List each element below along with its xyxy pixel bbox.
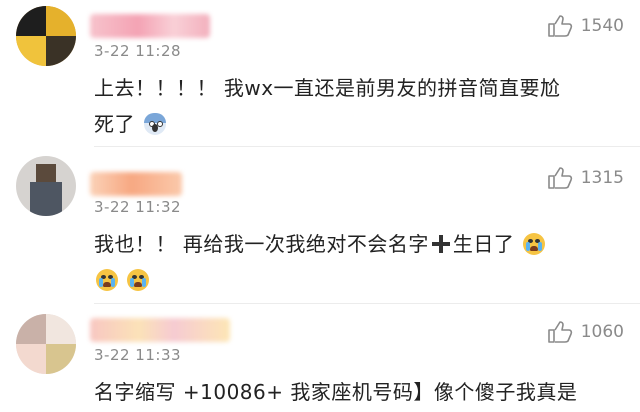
crying-emoji-icon: [126, 269, 149, 291]
like-button[interactable]: 1540: [547, 14, 624, 38]
like-count: 1540: [580, 16, 624, 36]
comment-item: 3-22 11:33 1060 名字缩写 +10086+ 我家座机号码】像个傻子…: [0, 306, 640, 412]
heavy-plus-icon: [431, 235, 450, 253]
like-button[interactable]: 1060: [547, 320, 624, 344]
username-blurred[interactable]: [90, 172, 182, 196]
comment-text: 上去！！！！ 我wx一直还是前男友的拼音简直要尬 死了: [94, 70, 624, 142]
comment-time: 3-22 11:33: [94, 346, 182, 364]
avatar-pixel: [16, 6, 46, 36]
comment-line-text: 死了: [94, 112, 135, 136]
comment-line-text: 生日了: [452, 232, 515, 256]
avatar[interactable]: [16, 156, 76, 216]
thumbs-up-icon: [547, 166, 573, 190]
avatar-pixel: [46, 36, 76, 66]
comment-line: 我也！！ 再给我一次我绝对不会名字 生日了: [94, 226, 624, 262]
comment-text: 名字缩写 +10086+ 我家座机号码】像个傻子我真是: [94, 374, 624, 410]
comment-line-text: 我也！！ 再给我一次我绝对不会名字: [94, 232, 429, 256]
avatar-pixel: [30, 182, 62, 216]
emoji-mouth: [530, 246, 539, 251]
avatar-pixel: [46, 344, 76, 374]
like-count: 1315: [580, 168, 624, 188]
comment-line: 上去！！！！ 我wx一直还是前男友的拼音简直要尬: [94, 76, 561, 100]
divider: [94, 146, 640, 147]
scream-emoji-icon: [143, 113, 166, 135]
avatar-pixel: [46, 6, 76, 36]
avatar[interactable]: [16, 6, 76, 66]
avatar-pixel: [16, 36, 46, 66]
emoji-mouth: [151, 124, 158, 132]
comment-item: 3-22 11:32 1315 我也！！ 再给我一次我绝对不会名字 生日了: [0, 150, 640, 300]
crying-emoji-icon: [523, 233, 546, 255]
username-blurred[interactable]: [90, 14, 210, 38]
avatar-pixel: [16, 344, 46, 374]
emoji-mouth: [133, 282, 142, 287]
comment-line-2: [94, 262, 624, 298]
avatar-pixel: [46, 314, 76, 344]
comment-line-2: 死了: [94, 106, 624, 142]
avatar-pixel: [36, 164, 56, 182]
comment-item: 3-22 11:28 1540 上去！！！！ 我wx一直还是前男友的拼音简直要尬…: [0, 0, 640, 140]
emoji-tear: [538, 242, 543, 251]
thumbs-up-icon: [547, 14, 573, 38]
comment-text: 我也！！ 再给我一次我绝对不会名字 生日了: [94, 226, 624, 298]
avatar-pixel: [16, 314, 46, 344]
like-count: 1060: [580, 322, 624, 342]
divider: [94, 303, 640, 304]
like-button[interactable]: 1315: [547, 166, 624, 190]
crying-emoji-icon: [96, 269, 118, 291]
thumbs-up-icon: [547, 320, 573, 344]
username-blurred[interactable]: [90, 318, 230, 342]
emoji-mouth: [103, 282, 111, 287]
comment-line: 名字缩写 +10086+ 我家座机号码】像个傻子我真是: [94, 380, 578, 404]
emoji-tear: [111, 278, 115, 287]
comment-time: 3-22 11:32: [94, 198, 182, 216]
emoji-tear: [141, 278, 146, 287]
avatar[interactable]: [16, 314, 76, 374]
comment-time: 3-22 11:28: [94, 42, 182, 60]
